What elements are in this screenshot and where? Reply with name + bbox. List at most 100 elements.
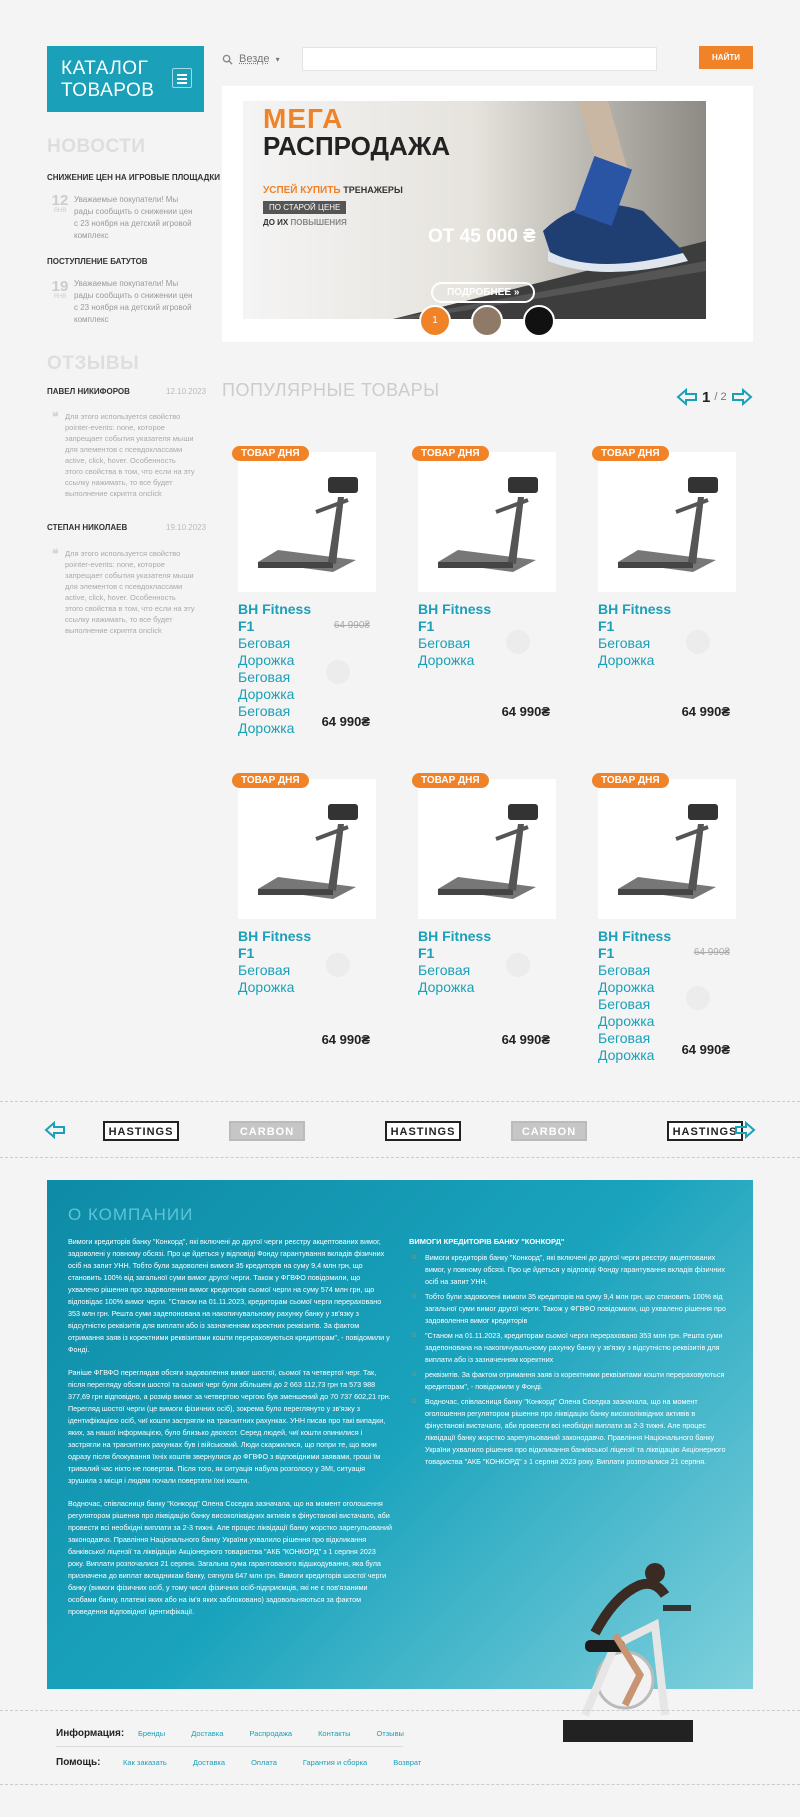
review-author: СТЕПАН НИКОЛАЕВ: [47, 523, 128, 532]
review-text: Для этого используется свойство pointer-…: [65, 412, 195, 498]
divider: [0, 1784, 800, 1785]
about-heading: О КОМПАНИИ: [68, 1205, 194, 1224]
product-image[interactable]: [418, 779, 556, 919]
slide-dot-3[interactable]: [523, 305, 555, 337]
brand-logo[interactable]: CARBON: [511, 1121, 587, 1141]
search-scope-select[interactable]: Везде ▾: [222, 48, 300, 70]
footer-info-label: Информация:: [56, 1728, 125, 1739]
cart-icon[interactable]: [326, 953, 350, 977]
news-date: 19 ЯНВ: [50, 279, 70, 300]
news-item-title[interactable]: ПОСТУПЛЕНИЕ БАТУТОВ: [47, 257, 148, 266]
product-card[interactable]: ТОВАР ДНЯ BH Fitness F1 Беговая Дорожка …: [592, 773, 752, 1073]
menu-icon: [172, 68, 192, 88]
review-author: ПАВЕЛ НИКИФОРОВ: [47, 387, 130, 396]
product-price: 64 990₴: [681, 1042, 730, 1057]
banner-price: ОТ 45 000 ₴: [428, 226, 536, 247]
news-day: 12: [51, 192, 69, 209]
catalog-button[interactable]: КАТАЛОГ ТОВАРОВ: [47, 46, 204, 112]
arrow-left-icon[interactable]: [676, 388, 698, 406]
cart-icon[interactable]: [686, 986, 710, 1010]
banner-tag: ПО СТАРОЙ ЦЕНЕ: [263, 201, 347, 214]
product-name[interactable]: BH Fitness F1: [418, 928, 498, 962]
slide-dot-1[interactable]: 1: [419, 305, 451, 337]
product-price: 64 990₴: [501, 1032, 550, 1047]
review-date: 19.10.2023: [166, 523, 207, 532]
product-name[interactable]: BH Fitness F1: [418, 601, 498, 635]
arrow-right-icon[interactable]: [731, 388, 753, 406]
product-image[interactable]: [598, 779, 736, 919]
news-item-title[interactable]: СНИЖЕНИЕ ЦЕН НА ИГРОВЫЕ ПЛОЩАДКИ: [47, 173, 220, 182]
divider: [56, 1746, 403, 1747]
product-card[interactable]: ТОВАР ДНЯ BH Fitness F1 Беговая Дорожка …: [412, 773, 572, 1053]
product-price: 64 990₴: [321, 714, 370, 729]
product-image[interactable]: [418, 452, 556, 592]
news-date: 12 ЯНВ: [50, 193, 70, 214]
promo-banner[interactable]: МЕГА РАСПРОДАЖА УСПЕЙ КУПИТЬ ТРЕНАЖЕРЫ П…: [243, 101, 706, 319]
requirement-item: реквізитів. За фактом отримання заяв із …: [409, 1369, 734, 1393]
slide-dot-2[interactable]: [471, 305, 503, 337]
news-day: 19: [51, 278, 69, 295]
footer-link[interactable]: Оплата: [251, 1758, 277, 1767]
requirement-item: "Станом на 01.11.2023, кредиторам сьомої…: [409, 1330, 734, 1366]
about-right-column: ВИМОГИ КРЕДИТОРІВ БАНКУ "КОНКОРД" Вимоги…: [409, 1236, 734, 1471]
footer-info-row: Информация: Бренды Доставка Распродажа К…: [56, 1728, 430, 1739]
banner-until-a: ДО ИХ: [263, 218, 289, 227]
product-name[interactable]: BH Fitness F1: [598, 601, 678, 635]
footer-link[interactable]: Возврат: [393, 1758, 421, 1767]
pager: 1 / 2: [676, 388, 753, 406]
cart-icon[interactable]: [506, 953, 530, 977]
product-category: Беговая Дорожка Беговая Дорожка Беговая …: [238, 635, 295, 736]
divider: [0, 1710, 800, 1711]
footer-link[interactable]: Бренды: [138, 1729, 165, 1738]
product-category: Беговая Дорожка: [418, 962, 475, 995]
brands-next-icon[interactable]: [734, 1121, 756, 1139]
product-image[interactable]: [598, 452, 736, 592]
footer-link[interactable]: Гарантия и сборка: [303, 1758, 367, 1767]
product-price: 64 990₴: [321, 1032, 370, 1047]
product-category: Беговая Дорожка Беговая Дорожка Беговая …: [598, 962, 655, 1063]
review-date: 12.10.2023: [166, 387, 207, 396]
footer-link[interactable]: Доставка: [191, 1729, 223, 1738]
product-name[interactable]: BH Fitness F1: [238, 601, 318, 635]
brand-logo[interactable]: CARBON: [229, 1121, 305, 1141]
product-card[interactable]: ТОВАР ДНЯ BH Fitness F1 Беговая Дорожка …: [232, 446, 392, 746]
product-card[interactable]: ТОВАР ДНЯ BH Fitness F1 Беговая Дорожка …: [592, 446, 752, 726]
product-price: 64 990₴: [681, 704, 730, 719]
footer-link[interactable]: Доставка: [193, 1758, 225, 1767]
brand-logo[interactable]: HASTINGS: [103, 1121, 179, 1141]
footer-link[interactable]: Как заказать: [123, 1758, 167, 1767]
quote-icon: ❝: [52, 547, 59, 561]
about-paragraph: Водночас, співласниця банку "Конкорд" Ол…: [68, 1499, 393, 1616]
banner-more-button[interactable]: ПОДРОБНЕЕ »: [431, 282, 536, 303]
cart-icon[interactable]: [326, 660, 350, 684]
product-category: Беговая Дорожка: [598, 635, 655, 668]
news-heading: НОВОСТИ: [47, 136, 146, 157]
footer-help-label: Помощь:: [56, 1757, 101, 1768]
footer-link[interactable]: Контакты: [318, 1729, 350, 1738]
product-card[interactable]: ТОВАР ДНЯ BH Fitness F1 Беговая Дорожка …: [412, 446, 572, 726]
cart-icon[interactable]: [506, 630, 530, 654]
brand-logo[interactable]: HASTINGS: [667, 1121, 743, 1141]
brand-logo[interactable]: HASTINGS: [385, 1121, 461, 1141]
search-icon: [222, 54, 233, 65]
footer-link[interactable]: Отзывы: [376, 1729, 403, 1738]
divider: [0, 1157, 800, 1158]
cart-icon[interactable]: [686, 630, 710, 654]
brands-prev-icon[interactable]: [44, 1121, 66, 1139]
page-current: 1: [702, 388, 711, 406]
page-total: / 2: [714, 391, 727, 403]
product-category: Беговая Дорожка: [418, 635, 475, 668]
search-button[interactable]: НАЙТИ: [699, 46, 753, 69]
requirement-item: Тобто були задоволені вимоги 35 кредитор…: [409, 1291, 734, 1327]
banner-until-b: ПОВЫШЕНИЯ: [290, 218, 347, 227]
deal-badge: ТОВАР ДНЯ: [412, 773, 489, 788]
requirement-item: Водночас, співласниця банку "Конкорд" Ол…: [409, 1396, 734, 1468]
product-card[interactable]: ТОВАР ДНЯ BH Fitness F1 Беговая Дорожка …: [232, 773, 392, 1053]
product-name[interactable]: BH Fitness F1: [238, 928, 318, 962]
product-image[interactable]: [238, 779, 376, 919]
old-price: 64 990₴: [333, 620, 370, 631]
search-input[interactable]: [302, 47, 657, 71]
product-name[interactable]: BH Fitness F1: [598, 928, 678, 962]
footer-link[interactable]: Распродажа: [249, 1729, 292, 1738]
product-image[interactable]: [238, 452, 376, 592]
